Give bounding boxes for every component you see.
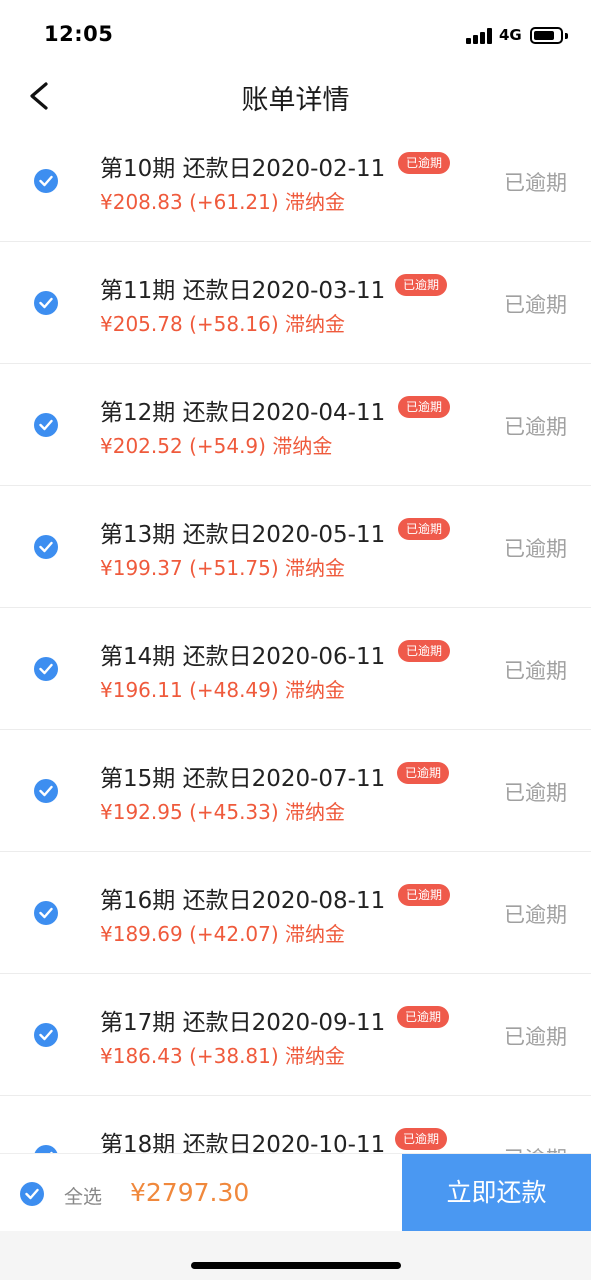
bill-row[interactable]: 第13期 还款日2020-05-11 已逾期 ¥199.37 (+51.75) 滞纳… xyxy=(0,486,591,608)
bill-row[interactable]: 第12期 还款日2020-04-11 已逾期 ¥202.52 (+54.9) 滞纳金… xyxy=(0,364,591,486)
bill-amount: ¥202.52 (+54.9) 滞纳金 xyxy=(100,434,333,458)
overdue-badge: 已逾期 xyxy=(398,518,451,540)
overdue-badge: 已逾期 xyxy=(397,1006,450,1028)
bill-row-checkbox[interactable] xyxy=(34,169,58,193)
select-all-checkbox[interactable] xyxy=(20,1182,44,1206)
check-icon xyxy=(39,785,53,797)
pay-now-button[interactable]: 立即还款 xyxy=(402,1154,591,1232)
bill-row[interactable]: 第14期 还款日2020-06-11 已逾期 ¥196.11 (+48.49) 滞纳… xyxy=(0,608,591,730)
nav-bar: 账单详情 xyxy=(0,66,591,128)
bill-status: 已逾期 xyxy=(504,659,567,683)
bill-amount: ¥196.11 (+48.49) 滞纳金 xyxy=(100,678,346,702)
bill-status: 已逾期 xyxy=(504,171,567,195)
bill-row-checkbox[interactable] xyxy=(34,779,58,803)
bill-period-title: 第10期 还款日2020-02-11 xyxy=(100,156,386,182)
bill-status: 已逾期 xyxy=(504,293,567,317)
bill-period-title: 第16期 还款日2020-08-11 xyxy=(100,888,386,914)
check-icon xyxy=(39,907,53,919)
home-indicator[interactable] xyxy=(191,1262,401,1269)
bill-amount: ¥186.43 (+38.81) 滞纳金 xyxy=(100,1044,346,1068)
overdue-badge: 已逾期 xyxy=(397,762,450,784)
overdue-badge: 已逾期 xyxy=(398,396,451,418)
bill-period-title: 第17期 还款日2020-09-11 xyxy=(100,1010,386,1036)
bill-row-checkbox[interactable] xyxy=(34,1023,58,1047)
bill-period-title: 第13期 还款日2020-05-11 xyxy=(100,522,386,548)
bill-row[interactable]: 第18期 还款日2020-10-11已逾期已逾期 xyxy=(0,1096,591,1153)
battery-cap xyxy=(565,33,568,39)
bill-period-title: 第11期 还款日2020-03-11 xyxy=(100,278,386,304)
bill-status: 已逾期 xyxy=(504,1025,567,1049)
check-icon xyxy=(39,175,53,187)
bill-row[interactable]: 第15期 还款日2020-07-11 已逾期 ¥192.95 (+45.33) 滞纳… xyxy=(0,730,591,852)
bill-status: 已逾期 xyxy=(504,537,567,561)
bill-row-checkbox[interactable] xyxy=(34,413,58,437)
overdue-badge: 已逾期 xyxy=(398,152,451,174)
battery-icon xyxy=(530,27,563,44)
bill-row-checkbox[interactable] xyxy=(34,535,58,559)
bill-period-title: 第12期 还款日2020-04-11 xyxy=(100,400,386,426)
overdue-badge: 已逾期 xyxy=(398,640,451,662)
bill-period-title: 第14期 还款日2020-06-11 xyxy=(100,644,386,670)
overdue-badge: 已逾期 xyxy=(395,274,448,296)
bill-period-title: 第15期 还款日2020-07-11 xyxy=(100,766,386,792)
signal-strength-icon xyxy=(466,28,494,44)
bill-row[interactable]: 第16期 还款日2020-08-11 已逾期 ¥189.69 (+42.07) 滞纳… xyxy=(0,852,591,974)
bill-period-title: 第18期 还款日2020-10-11 xyxy=(100,1132,386,1153)
bill-status: 已逾期 xyxy=(504,415,567,439)
bill-amount: ¥199.37 (+51.75) 滞纳金 xyxy=(100,556,346,580)
status-time: 12:05 xyxy=(44,22,114,46)
overdue-badge: 已逾期 xyxy=(398,884,451,906)
check-icon xyxy=(39,663,53,675)
check-icon xyxy=(39,419,53,431)
footer-bar: 全选 ¥2797.30 立即还款 xyxy=(0,1153,591,1232)
bill-list[interactable]: 第10期 还款日2020-02-11 已逾期 ¥208.83 (+61.21) 滞纳… xyxy=(0,122,591,1153)
bill-row[interactable]: 第17期 还款日2020-09-11 已逾期 ¥186.43 (+38.81) 滞纳… xyxy=(0,974,591,1096)
bill-row[interactable]: 第10期 还款日2020-02-11 已逾期 ¥208.83 (+61.21) 滞纳… xyxy=(0,122,591,242)
bill-row-checkbox[interactable] xyxy=(34,657,58,681)
network-type: 4G xyxy=(499,26,522,44)
total-amount: ¥2797.30 xyxy=(130,1178,250,1207)
bill-status: 已逾期 xyxy=(504,781,567,805)
bill-row-checkbox[interactable] xyxy=(34,1145,58,1153)
bill-row-checkbox[interactable] xyxy=(34,901,58,925)
select-all-label: 全选 xyxy=(64,1186,103,1208)
home-indicator-area xyxy=(0,1231,591,1280)
check-icon xyxy=(39,1029,53,1041)
bill-amount: ¥189.69 (+42.07) 滞纳金 xyxy=(100,922,346,946)
bill-amount: ¥208.83 (+61.21) 滞纳金 xyxy=(100,190,346,214)
check-icon xyxy=(39,541,53,553)
overdue-badge: 已逾期 xyxy=(395,1128,448,1150)
check-icon xyxy=(25,1188,39,1200)
bill-row-checkbox[interactable] xyxy=(34,291,58,315)
check-icon xyxy=(39,297,53,309)
status-bar: 12:05 4G xyxy=(0,0,591,66)
bill-status: 已逾期 xyxy=(504,903,567,927)
bill-amount: ¥192.95 (+45.33) 滞纳金 xyxy=(100,800,346,824)
bill-status: 已逾期 xyxy=(504,1143,567,1153)
bill-row[interactable]: 第11期 还款日2020-03-11 已逾期 ¥205.78 (+58.16) 滞纳… xyxy=(0,242,591,364)
page-title: 账单详情 xyxy=(241,85,350,116)
bill-amount: ¥205.78 (+58.16) 滞纳金 xyxy=(100,312,346,336)
